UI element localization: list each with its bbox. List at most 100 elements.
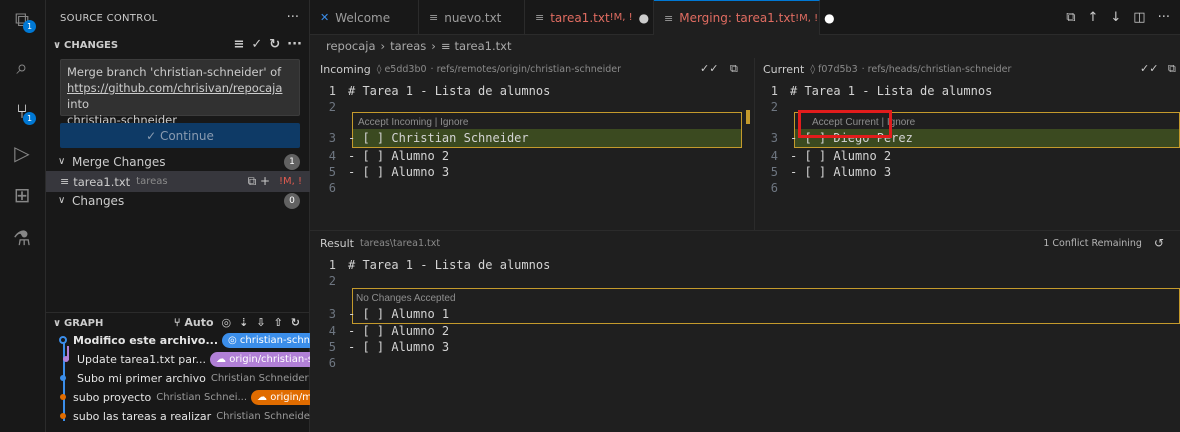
breadcrumb-folder[interactable]: repocaja [326,39,376,53]
breadcrumb: repocaja › tareas › ≡ tarea1.txt [310,35,511,57]
source-control-icon[interactable]: ⑂ 1 [9,98,36,125]
commit-check-icon[interactable]: ✓ [251,37,262,52]
tab-welcome[interactable]: ✕ Welcome [310,0,419,35]
graph-commit-row[interactable]: Update tarea1.txt par... ☁ origin/christ… [46,350,310,369]
accept-all-icon[interactable]: ✓✓ [1140,62,1158,75]
merge-file-name: tarea1.txt [73,174,131,189]
graph-commit-row[interactable]: Subo mi primer archivo Christian Schneid… [46,369,310,388]
result-code[interactable]: 1 # Tarea 1 - Lista de alumnos 2 No Chang… [320,256,1180,386]
code-line: 6 [320,179,750,197]
line-text: - [ ] Alumno 3 [790,165,892,179]
incoming-code: 1 # Tarea 1 - Lista de alumnos 2 Accept I… [320,82,750,202]
breadcrumb-separator: › [431,39,436,53]
reset-icon[interactable]: ↺ [1154,236,1164,250]
remote-branch-badge: ☁ origin/main [251,390,310,405]
merge-file-status: !M, ! [278,176,302,187]
more-icon[interactable]: ··· [1158,10,1170,25]
open-file-icon[interactable]: ⧉ + [248,174,270,189]
result-status: 1 Conflict Remaining ↺ [1043,232,1164,254]
remote-badge-label: origin/christian-s... [229,354,310,365]
dirty-indicator[interactable]: ● [639,11,649,25]
line-text: - [ ] Alumno 2 [348,324,450,338]
explorer-icon[interactable]: ⧉ 1 [9,6,36,33]
editor-actions: ⧉ ↑ ↓ ◫ ··· [1066,10,1170,25]
line-number: 3 [328,131,336,145]
target-icon[interactable]: ◎ [222,316,232,329]
open-file-icon[interactable]: ⧉ [730,62,738,75]
vscode-icon: ✕ [320,11,330,24]
remote-branch-badge: ☁ origin/christian-s... [210,352,310,367]
chevron-down-icon: ∨ [52,318,62,329]
accept-incoming-lens[interactable]: Accept Incoming | Ignore [358,115,468,129]
more-actions-icon[interactable]: ··· [287,10,299,25]
run-debug-icon[interactable]: ▷ [9,140,35,166]
code-line: 6 [320,354,1180,372]
pull-icon[interactable]: ⇩ [256,316,265,329]
current-ref: · refs/heads/christian-schneider [861,63,1012,75]
tab-status: !M, ! [795,12,819,24]
line-number: 5 [770,165,778,179]
file-text-icon: ≡ [429,11,439,24]
source-control-sidebar: SOURCE CONTROL ··· ∨ CHANGES ≡ ✓ ↻ ··· M… [46,0,310,432]
graph-commit-row[interactable]: subo las tareas a realizar Christian Sch… [46,407,310,426]
changes-section-header[interactable]: ∨ CHANGES ≡ ✓ ↻ ··· [46,34,310,56]
breadcrumb-separator: › [380,39,386,53]
accept-all-icon[interactable]: ✓✓ [700,62,718,75]
arrow-up-icon[interactable]: ↑ [1087,10,1098,25]
line-number: 6 [328,356,336,370]
graph-commit-row[interactable]: Modifico este archivo... ◎ christian-sch… [46,331,310,350]
current-label: Current [763,62,805,76]
breadcrumb-folder[interactable]: tareas [390,39,426,53]
tab-nuevo[interactable]: ≡ nuevo.txt [419,0,525,35]
refresh-icon[interactable]: ↻ [269,37,280,52]
open-file-icon[interactable]: ⧉ [1066,10,1075,25]
line-number: 1 [770,84,778,98]
line-text: - [ ] Alumno 3 [348,340,450,354]
merge-file-dir: tareas [136,176,168,187]
view-list-icon[interactable]: ≡ [233,37,244,52]
changes-group[interactable]: ∨ Changes 0 [46,190,310,211]
graph-commit-row[interactable]: subo proyecto Christian Schnei... ☁ orig… [46,388,310,407]
file-text-icon: ≡ [535,11,545,24]
push-icon[interactable]: ⇧ [274,316,283,329]
result-path: tareas\tarea1.txt [360,237,441,249]
incoming-label: Incoming [320,62,371,76]
conflicts-remaining[interactable]: 1 Conflict Remaining [1043,238,1142,249]
refresh-icon[interactable]: ↻ [291,316,300,329]
tab-label: tarea1.txt [550,10,610,25]
commit-author: Christian Schneider [216,411,310,422]
dirty-indicator[interactable]: ● [824,11,834,25]
line-number: 5 [328,165,336,179]
commit-message-input[interactable]: Merge branch 'christian-schneider' of ht… [60,59,300,127]
line-text: - [ ] Alumno 2 [790,149,892,163]
split-editor-icon[interactable]: ◫ [1133,10,1145,25]
search-icon[interactable]: ⌕ [9,54,35,80]
line-number: 1 [328,258,336,272]
merge-changes-group[interactable]: ∨ Merge Changes 1 [46,151,310,172]
more-icon[interactable]: ··· [287,37,302,52]
line-number: 4 [770,149,778,163]
branch-badge: ◎ christian-schneid... [222,333,310,348]
commit-message-link[interactable]: https://github.com/chrisivan/repocaja [67,81,282,95]
merge-file-item[interactable]: ≡ tarea1.txt tareas ⧉ + !M, ! [46,171,310,192]
result-label: Result [320,236,354,250]
breadcrumb-file[interactable]: tarea1.txt [455,39,512,53]
line-number: 4 [328,324,336,338]
tab-merging[interactable]: ≡ Merging: tarea1.txt !M, ! ● [654,0,835,35]
extensions-icon[interactable]: ⊞ [9,182,35,208]
tab-label: Merging: tarea1.txt [679,11,796,25]
open-file-icon[interactable]: ⧉ [1168,62,1176,75]
incoming-header: Incoming ◊ e5dd3b0 · refs/remotes/origin… [320,58,621,80]
graph-auto-toggle[interactable]: ⑂ Auto [174,316,214,329]
continue-button[interactable]: ✓ Continue [60,123,300,148]
fetch-icon[interactable]: ⇣ [239,316,248,329]
commit-author: Christian Schneider [210,373,309,384]
testing-icon[interactable]: ⚗ [9,225,35,251]
editor-tabs: ✕ Welcome ≡ nuevo.txt ≡ tarea1.txt !M, !… [310,0,1180,35]
tab-tarea1[interactable]: ≡ tarea1.txt !M, ! ● [525,0,654,35]
arrow-down-icon[interactable]: ↓ [1110,10,1121,25]
commit-message-into: into [67,97,90,111]
graph-actions: ⑂ Auto ◎ ⇣ ⇩ ⇧ ↻ [174,316,300,329]
current-code: 1 # Tarea 1 - Lista de alumnos 2 Accept C… [762,82,1180,202]
tab-label: nuevo.txt [444,10,502,25]
